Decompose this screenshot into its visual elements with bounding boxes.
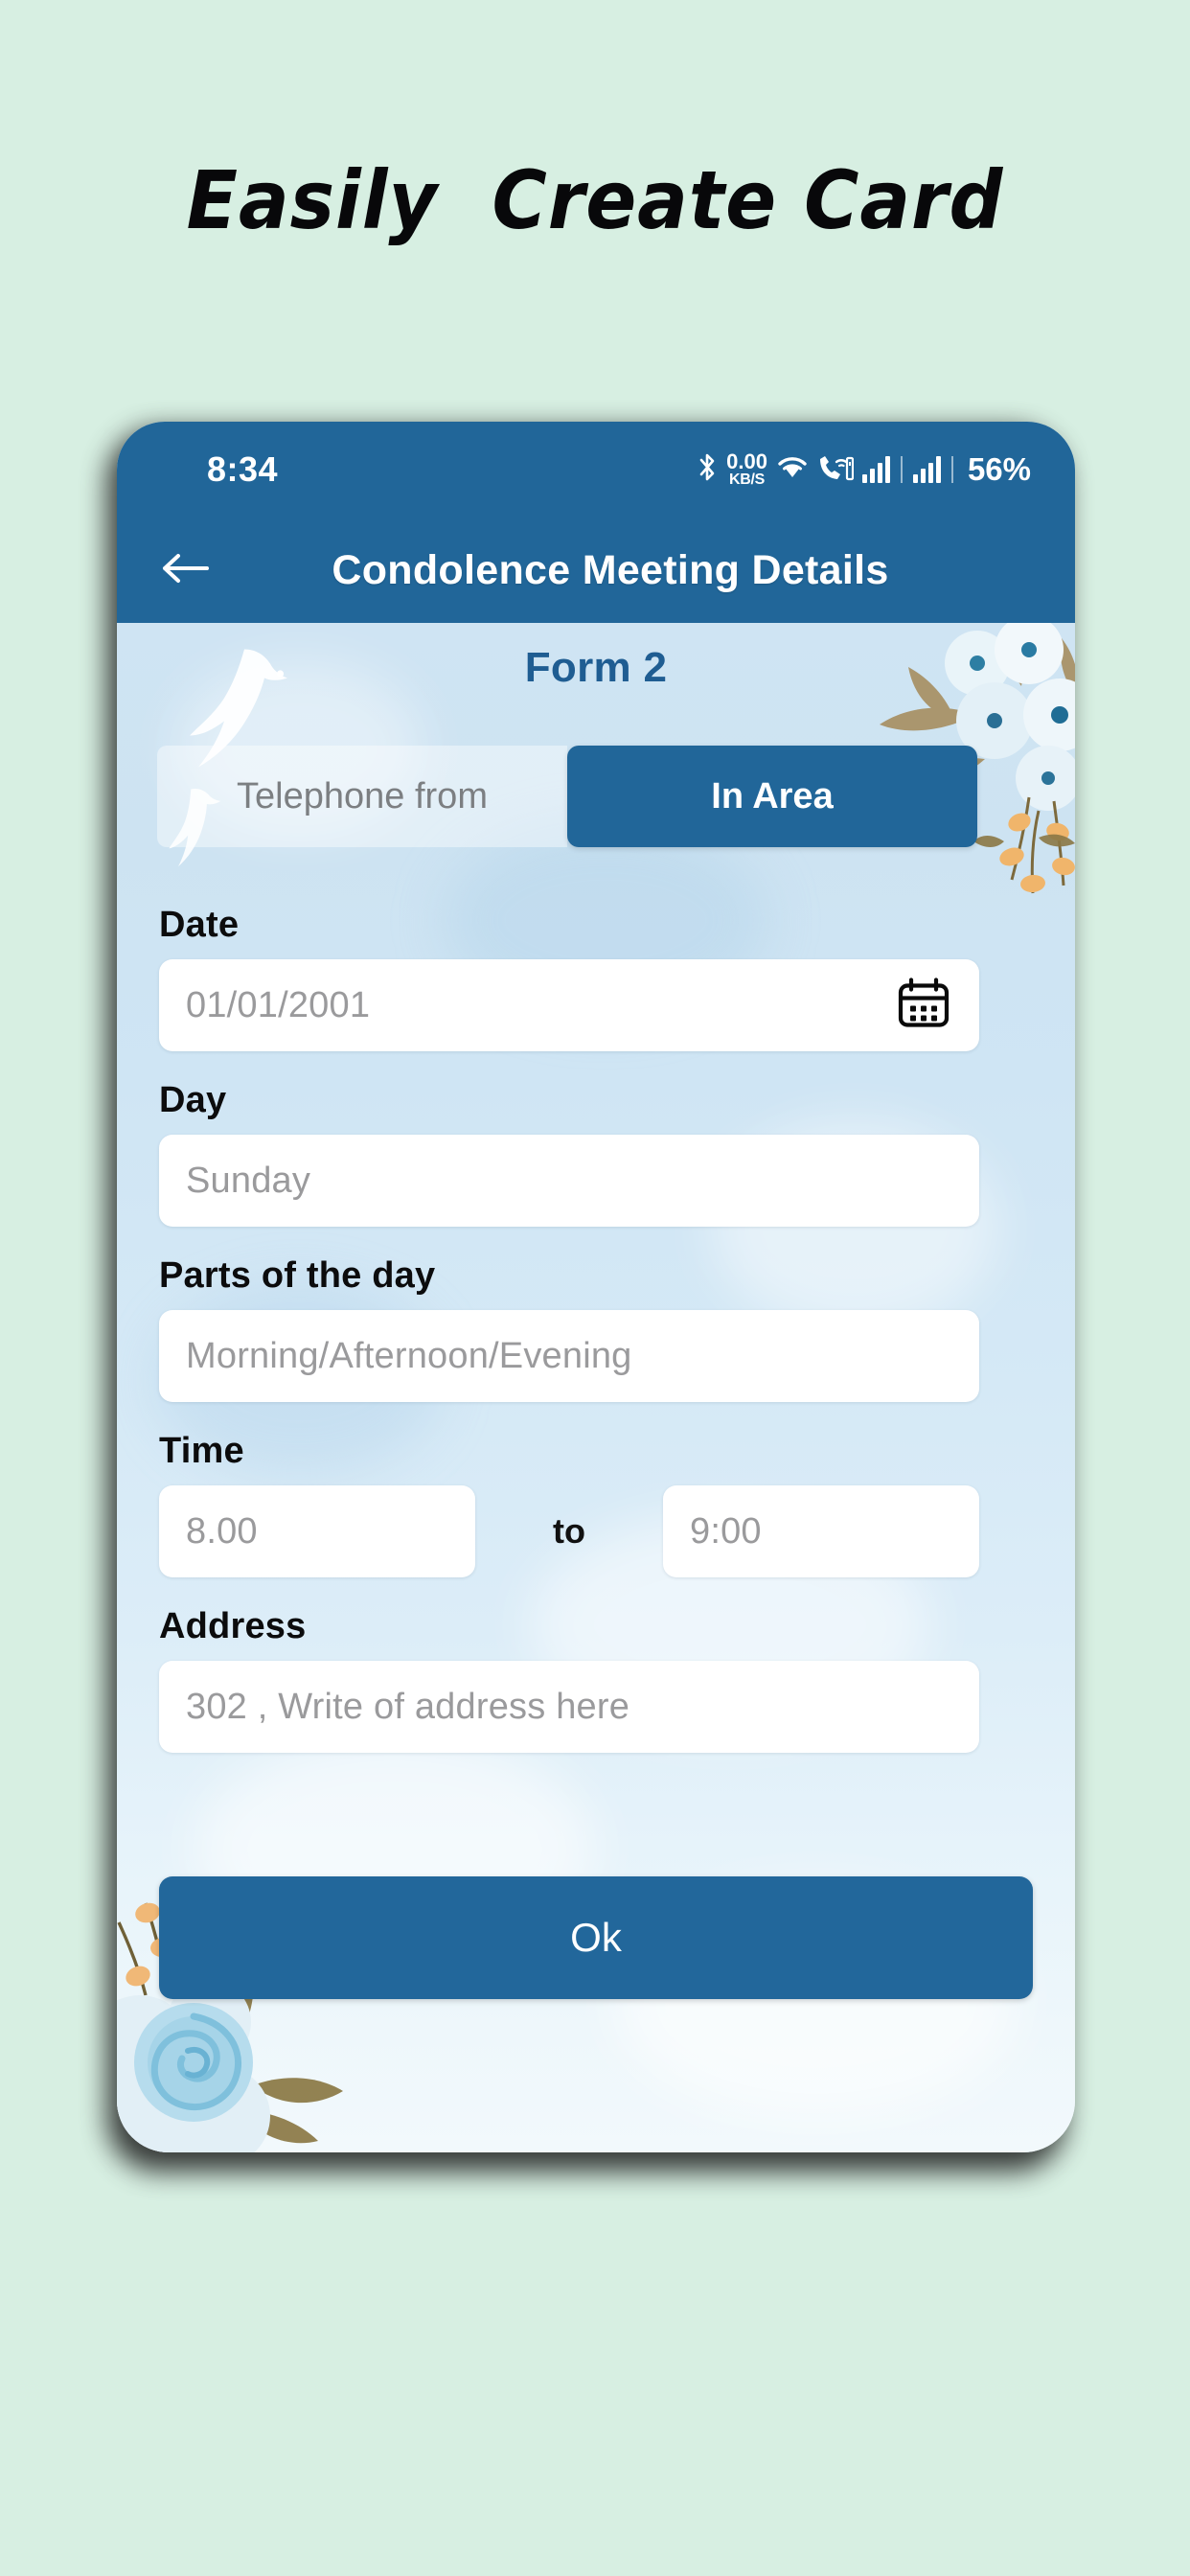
label-time: Time	[159, 1431, 244, 1471]
address-input-placeholder: 302 , Write of address here	[186, 1686, 630, 1727]
label-address: Address	[159, 1606, 307, 1646]
battery-percentage: 56%	[967, 451, 1031, 487]
label-parts-of-day: Parts of the day	[159, 1255, 436, 1296]
ok-button[interactable]: Ok	[159, 1876, 1033, 1999]
back-arrow-icon	[159, 549, 211, 592]
field-group-address: Address 302 , Write of address here	[159, 1606, 979, 1753]
label-date: Date	[159, 905, 240, 945]
form-title: Form 2	[524, 644, 668, 691]
wifi-icon	[776, 453, 809, 487]
time-range-separator: to	[553, 1511, 585, 1551]
bluetooth-icon	[697, 451, 718, 489]
network-speed-value: 0.00	[726, 449, 767, 474]
day-input-placeholder: Sunday	[186, 1160, 311, 1201]
date-input[interactable]: 01/01/2001	[159, 959, 979, 1051]
form-content: Form 2 Telephone from In Area Date 01/01…	[117, 623, 1075, 2152]
network-speed-unit: KB/S	[729, 471, 766, 488]
status-bar-clock: 8:34	[207, 449, 279, 489]
calendar-icon[interactable]	[897, 978, 950, 1034]
promo-heading: Easily Create Card	[186, 153, 1004, 247]
phone-mockup: 8:34 0.00 KB/S 56% Condolence Meeting De…	[117, 422, 1075, 2152]
label-day: Day	[159, 1080, 227, 1120]
day-input[interactable]: Sunday	[159, 1135, 979, 1227]
status-bar: 8:34 0.00 KB/S 56%	[117, 422, 1075, 518]
field-group-date: Date 01/01/2001	[159, 905, 979, 1051]
back-button[interactable]	[151, 537, 218, 604]
tab-telephone-from[interactable]: Telephone from	[157, 746, 567, 847]
parts-of-day-input[interactable]: Morning/Afternoon/Evening	[159, 1310, 979, 1402]
tab-in-area[interactable]: In Area	[567, 746, 977, 847]
field-group-time: Time 8.00 to 9:00	[159, 1431, 979, 1577]
field-group-parts-of-day: Parts of the day Morning/Afternoon/Eveni…	[159, 1255, 979, 1402]
parts-of-day-input-placeholder: Morning/Afternoon/Evening	[186, 1335, 632, 1376]
form-fields: Date 01/01/2001 Day Sunday Parts of the …	[159, 905, 979, 1782]
call-wifi-icon	[817, 453, 855, 487]
time-from-placeholder: 8.00	[186, 1510, 258, 1552]
time-range-row: 8.00 to 9:00	[159, 1485, 979, 1577]
field-group-day: Day Sunday	[159, 1080, 979, 1227]
time-to-placeholder: 9:00	[690, 1510, 762, 1552]
battery-divider	[950, 456, 953, 483]
address-input[interactable]: 302 , Write of address here	[159, 1661, 979, 1753]
network-speed-indicator: 0.00 KB/S	[726, 451, 767, 487]
app-bar: Condolence Meeting Details	[117, 518, 1075, 623]
date-input-placeholder: 01/01/2001	[186, 984, 371, 1025]
signal-bars-sim1-icon	[861, 456, 890, 483]
status-bar-icons: 0.00 KB/S 56%	[697, 451, 1031, 489]
signal-divider	[900, 456, 903, 483]
time-from-input[interactable]: 8.00	[159, 1485, 475, 1577]
time-to-input[interactable]: 9:00	[663, 1485, 979, 1577]
form-type-tabs: Telephone from In Area	[157, 746, 977, 847]
signal-bars-sim2-icon	[912, 456, 941, 483]
page-title: Condolence Meeting Details	[332, 546, 889, 593]
